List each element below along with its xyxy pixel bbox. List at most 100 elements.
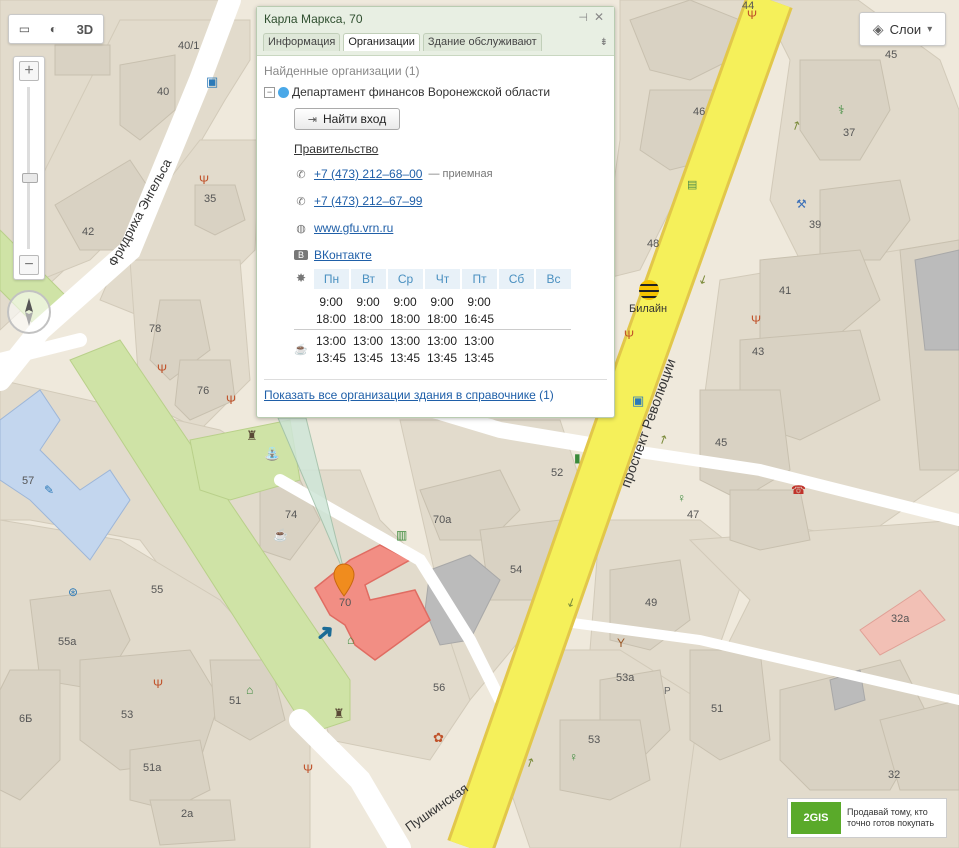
phone-link[interactable]: +7 (473) 212–68–00 xyxy=(314,167,422,181)
flower-icon[interactable]: ✿ xyxy=(433,730,444,746)
restaurant-icon[interactable]: Ψ xyxy=(226,393,236,407)
phone-icon: ✆ xyxy=(296,168,306,181)
restaurant-icon[interactable]: Ψ xyxy=(199,173,209,187)
organization-name[interactable]: Департамент финансов Воронежской области xyxy=(292,85,550,99)
weekday-label: Ср xyxy=(388,269,423,289)
work-hours-fri: 9:00 16:45 xyxy=(461,294,497,328)
find-entrance-label: Найти вход xyxy=(322,112,387,126)
building-info-icon[interactable]: ▥ xyxy=(396,528,407,542)
weekday-label: Чт xyxy=(425,269,460,289)
house-number: 45 xyxy=(885,49,898,61)
org-pin-icon xyxy=(278,86,289,98)
tab-building-services[interactable]: Здание обслуживают xyxy=(422,33,542,51)
salon-icon[interactable]: ♀ xyxy=(569,750,578,764)
contact-row: В ВКонтакте xyxy=(294,248,372,262)
swirl-icon[interactable]: ◐ xyxy=(50,22,57,36)
layers-icon: ◈ xyxy=(872,20,884,37)
monument-icon[interactable]: ♜ xyxy=(333,706,345,722)
house-number: 40 xyxy=(157,86,170,98)
compass-icon[interactable] xyxy=(7,290,51,334)
show-all-count: (1) xyxy=(539,388,554,402)
house-number: 52 xyxy=(551,467,564,479)
salon-icon[interactable]: ♀ xyxy=(677,491,686,505)
show-all-link[interactable]: Показать все организации здания в справо… xyxy=(264,388,536,402)
pin-button[interactable]: ⊣ xyxy=(578,11,588,24)
phone-note: — приемная xyxy=(428,168,493,180)
house-number: 2а xyxy=(181,808,194,820)
work-hours-wed: 9:00 18:00 xyxy=(387,294,423,328)
website-link[interactable]: www.gfu.vrn.ru xyxy=(314,221,393,235)
house-number: 49 xyxy=(645,597,658,609)
restaurant-icon[interactable]: Ψ xyxy=(157,362,167,376)
house-number: 37 xyxy=(843,127,856,139)
restaurant-icon[interactable]: Ψ xyxy=(624,328,634,342)
find-entrance-button[interactable]: ⇥ Найти вход xyxy=(294,108,400,130)
location-marker-icon[interactable] xyxy=(332,563,356,597)
organization-row[interactable]: − Департамент финансов Воронежской облас… xyxy=(264,85,550,99)
lunch-end: 13:45 xyxy=(463,351,495,365)
collapse-icon[interactable]: − xyxy=(264,86,275,98)
bank-icon[interactable]: ⌂ xyxy=(246,683,253,697)
house-number: 74 xyxy=(285,509,298,521)
restaurant-icon[interactable]: Ψ xyxy=(747,8,757,22)
layers-button[interactable]: ◈ Слои ▾ xyxy=(859,12,946,46)
house-number: 70 xyxy=(339,597,352,609)
tabs-more-icon[interactable]: ⇟ xyxy=(600,37,608,48)
house-number: 47 xyxy=(687,509,700,521)
service-icon[interactable]: ⚒ xyxy=(796,197,807,211)
parking-label[interactable]: P xyxy=(664,686,671,697)
house-number: 54 xyxy=(510,564,523,576)
lunch-start: 13:00 xyxy=(463,334,495,348)
tab-organizations[interactable]: Организации xyxy=(343,33,420,51)
bus-stop-icon[interactable]: ▣ xyxy=(206,74,218,90)
tab-info[interactable]: Информация xyxy=(263,33,341,51)
beeline-icon[interactable] xyxy=(639,280,659,300)
phone-service-icon[interactable]: ☎ xyxy=(791,483,806,497)
3d-toggle[interactable]: 3D xyxy=(77,22,94,37)
close-button[interactable]: ✕ xyxy=(594,10,604,24)
work-hours-thu: 9:00 18:00 xyxy=(424,294,460,328)
sport-icon[interactable]: ⊛ xyxy=(68,585,78,599)
work-end: 18:00 xyxy=(426,312,458,326)
house-number: 53 xyxy=(588,734,601,746)
house-number: 55а xyxy=(58,636,77,648)
work-start: 9:00 xyxy=(319,295,343,309)
lunch-start: 13:00 xyxy=(352,334,384,348)
bar-icon[interactable]: Y xyxy=(617,636,625,650)
restaurant-icon[interactable]: Ψ xyxy=(751,313,761,327)
house-number: 46 xyxy=(693,106,706,118)
fountain-icon[interactable]: ⛲ xyxy=(264,446,280,462)
weekday-label: Сб xyxy=(499,269,534,289)
house-number: 32а xyxy=(891,613,910,625)
hours-divider xyxy=(294,329,571,330)
cafe-icon[interactable]: ☕ xyxy=(273,528,288,542)
zoom-handle[interactable] xyxy=(22,172,38,183)
work-start: 9:00 xyxy=(430,295,454,309)
vk-link[interactable]: ВКонтакте xyxy=(314,248,372,262)
ruler-icon[interactable]: ▭ xyxy=(19,22,30,36)
house-number: 35 xyxy=(204,193,217,205)
globe-icon: ◍ xyxy=(296,222,306,235)
monument-icon[interactable]: ♜ xyxy=(246,428,258,444)
zoom-track[interactable] xyxy=(27,87,30,249)
zoom-in-button[interactable]: + xyxy=(19,61,39,81)
house-number: 32 xyxy=(888,769,901,781)
zoom-out-button[interactable]: − xyxy=(19,255,39,275)
atm-icon[interactable]: ▤ xyxy=(687,178,697,191)
weekday-label: Вс xyxy=(536,269,571,289)
promo-banner[interactable]: 2GIS Продавай тому, кто точно готов поку… xyxy=(787,798,947,838)
government-icon[interactable]: ⌂ xyxy=(347,633,354,647)
bus-stop-icon[interactable]: ▣ xyxy=(632,393,644,409)
pharmacy-icon[interactable]: ⚕ xyxy=(838,103,845,117)
house-number: 45 xyxy=(715,437,728,449)
phone-link[interactable]: +7 (473) 212–67–99 xyxy=(314,194,422,208)
category-link[interactable]: Правительство xyxy=(294,142,378,156)
contact-row: ◍ www.gfu.vrn.ru xyxy=(294,221,393,235)
education-icon[interactable]: ✎ xyxy=(44,483,54,497)
restaurant-icon[interactable]: Ψ xyxy=(153,677,163,691)
restaurant-icon[interactable]: Ψ xyxy=(303,762,313,776)
work-start: 9:00 xyxy=(467,295,491,309)
work-end: 18:00 xyxy=(389,312,421,326)
shop-icon[interactable]: ▮ xyxy=(574,451,581,465)
vk-icon: В xyxy=(294,250,308,260)
